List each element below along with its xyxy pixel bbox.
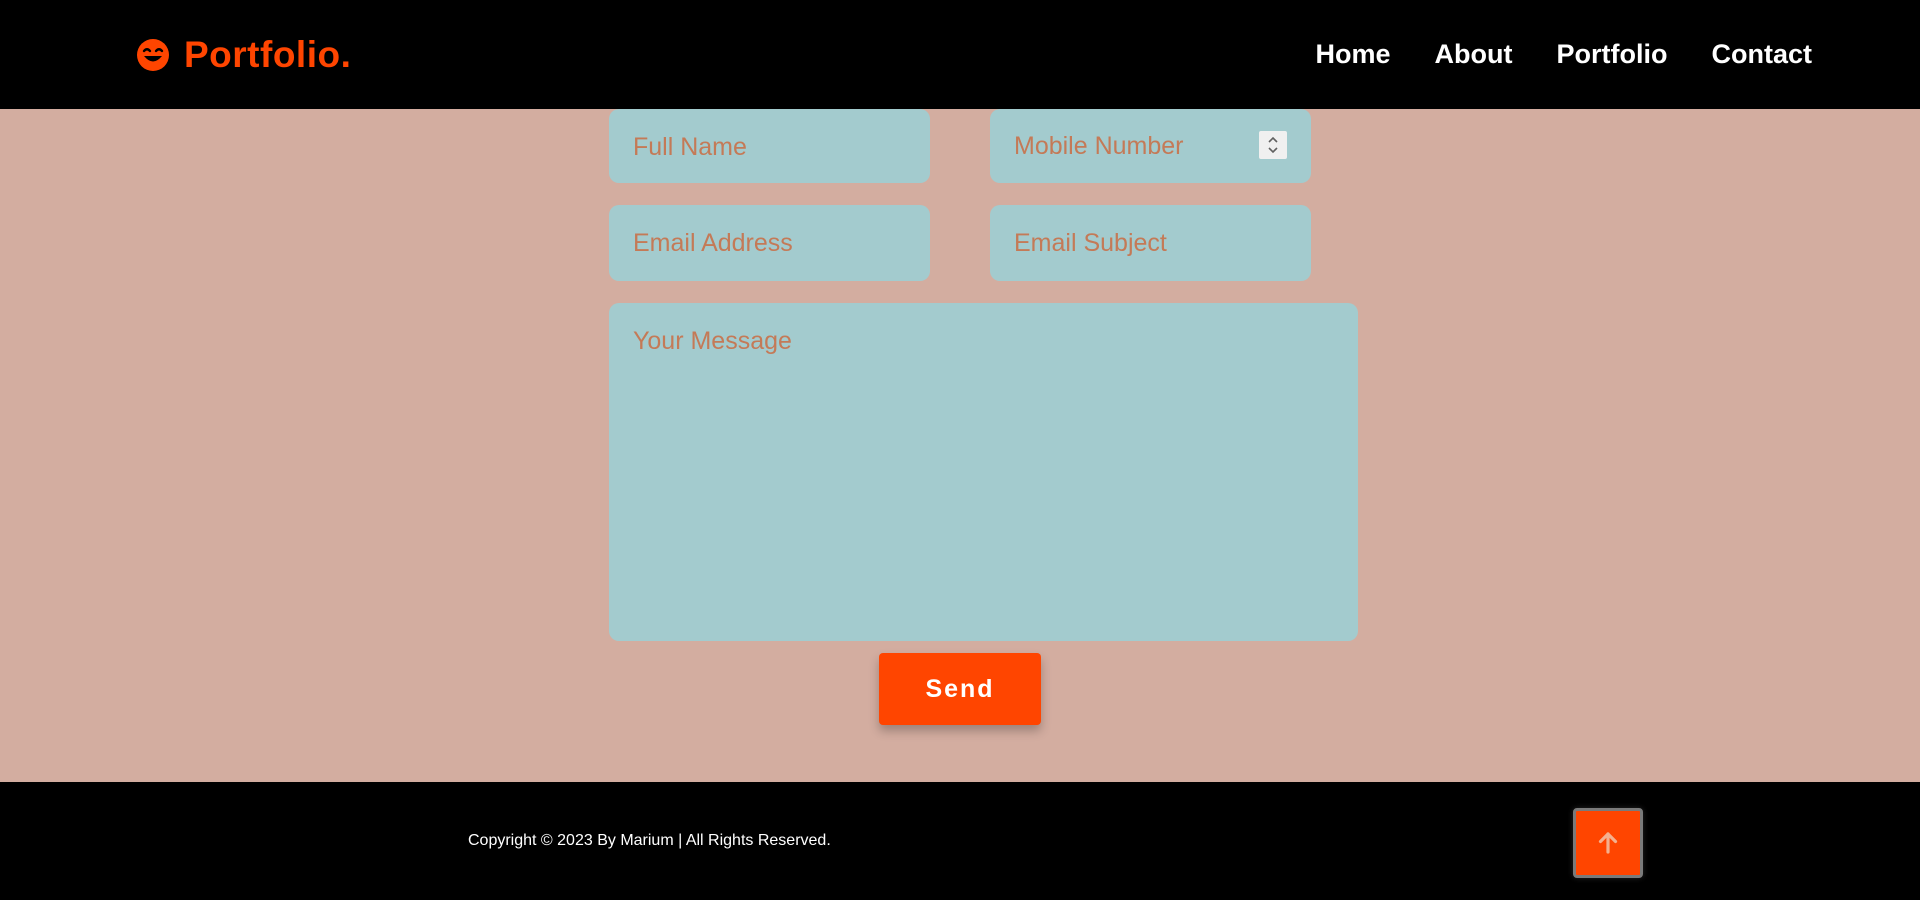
send-button[interactable]: Send — [879, 653, 1041, 725]
nav-link-home[interactable]: Home — [1316, 39, 1391, 70]
scroll-to-top-button[interactable] — [1573, 808, 1643, 878]
nav-link-about[interactable]: About — [1435, 39, 1513, 70]
email-subject-input[interactable] — [990, 205, 1311, 281]
arrow-up-icon — [1598, 832, 1618, 854]
nav-link-portfolio[interactable]: Portfolio — [1557, 39, 1668, 70]
copyright-text: Copyright © 2023 By Marium | All Rights … — [468, 832, 831, 849]
full-name-input[interactable] — [609, 109, 930, 183]
logo[interactable]: Portfolio. — [136, 34, 351, 76]
logo-text: Portfolio. — [184, 33, 352, 75]
contact-form: Send — [0, 109, 1920, 782]
footer: Copyright © 2023 By Marium | All Rights … — [0, 782, 1920, 900]
email-address-input[interactable] — [609, 205, 930, 281]
nav-links: Home About Portfolio Contact — [1316, 39, 1812, 70]
number-spinner[interactable] — [1259, 131, 1287, 159]
smiling-face-icon — [137, 38, 169, 71]
message-textarea[interactable] — [609, 303, 1358, 641]
navbar: Portfolio. Home About Portfolio Contact — [0, 0, 1920, 109]
spinner-arrows-icon — [1268, 136, 1278, 154]
nav-link-contact[interactable]: Contact — [1712, 39, 1813, 70]
